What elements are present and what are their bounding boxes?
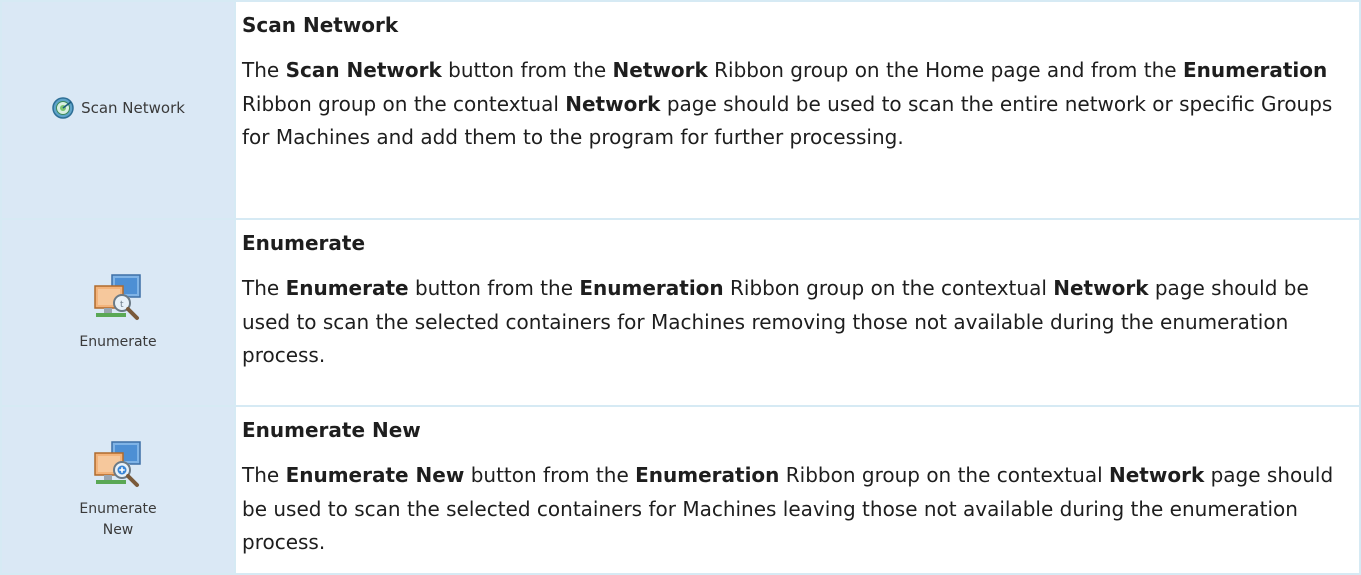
magnifier-glyph: t [120,300,124,310]
bold-term: Network [612,58,708,82]
description-cell: Scan Network The Scan Network button fro… [234,0,1361,220]
entry-title: Scan Network [242,13,399,37]
icon-cell: t Enumerate [0,218,236,407]
scan-network-button: Scan Network [51,96,185,120]
enumerate-new-icon [94,441,141,487]
entry-description: The Scan Network button from the Network… [242,54,1351,155]
bold-term: Network [1053,276,1149,300]
bold-term: Enumeration [635,463,780,487]
documentation-table: Scan Network Scan Network The Scan Netwo… [0,0,1361,575]
bold-term: Network [565,91,661,116]
table-row: t Enumerate Enumerate The Enumerate butt… [0,218,1361,407]
bold-term: Scan Network [285,58,442,82]
text-run: Ribbon group on the contextual [723,276,1054,300]
text-run: The [242,463,286,487]
scan-network-button-label: Scan Network [81,99,185,117]
table-row: Enumerate New Enumerate New The Enumerat… [0,405,1361,575]
bold-term: Enumeration [1182,58,1328,82]
table-row: Scan Network Scan Network The Scan Netwo… [0,0,1361,220]
entry-description: The Enumerate New button from the Enumer… [242,459,1351,560]
bold-term: Network [1109,463,1205,487]
scan-network-icon [52,97,74,119]
enumerate-button: t Enumerate [79,272,157,353]
bold-term: Enumerate [285,276,409,300]
description-cell: Enumerate The Enumerate button from the … [234,218,1361,407]
icon-cell: Scan Network [0,0,236,220]
entry-title: Enumerate New [242,418,421,442]
text-run: Ribbon group on the Home page and from t… [707,58,1183,82]
text-run: The [242,276,286,300]
bold-term: Enumerate New [285,463,465,487]
text-run: Ribbon group on the contextual [779,463,1109,487]
entry-description: The Enumerate button from the Enumeratio… [242,272,1351,373]
description-cell: Enumerate New The Enumerate New button f… [234,405,1361,575]
enumerate-new-button: Enumerate New [79,439,157,541]
bold-term: Enumeration [579,276,724,300]
text-run: button from the [464,463,636,487]
enumerate-button-label: Enumerate [79,334,157,350]
icon-cell: Enumerate New [0,405,236,575]
enumerate-new-button-label-line2: New [102,522,134,538]
entry-title: Enumerate [242,231,366,255]
enumerate-new-button-label-line1: Enumerate [79,501,157,517]
text-run: button from the [408,276,580,300]
text-run: button from the [441,58,613,82]
text-run: Ribbon group on the contextual [242,91,566,116]
text-run: The [242,58,286,82]
enumerate-icon: t [94,274,141,320]
